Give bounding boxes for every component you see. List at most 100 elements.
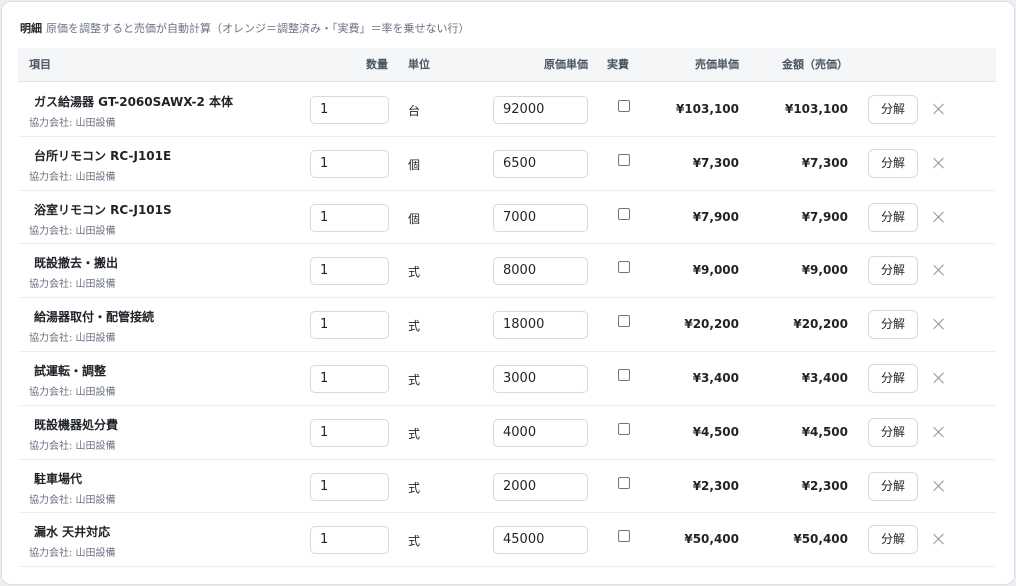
- header-actual: 実費: [607, 58, 629, 71]
- amount: ¥2,300: [801, 478, 848, 493]
- section-description: 原価を調整すると売価が自動計算（オレンジ＝調整済み・「実費」＝率を乗せない行）: [46, 22, 470, 35]
- actual-cost-checkbox[interactable]: [618, 368, 630, 381]
- item-vendor: 協力会社: 山田設備: [29, 494, 116, 506]
- close-icon[interactable]: [933, 533, 945, 545]
- cost-price-input[interactable]: 3000: [493, 364, 588, 393]
- section-caption: 明細 原価を調整すると売価が自動計算（オレンジ＝調整済み・「実費」＝率を乗せない行…: [20, 20, 470, 36]
- table-row: 台所リモコン RC-J101E 協力会社: 山田設備 1 個 6500 ¥7,300 ¥7,…: [18, 137, 996, 191]
- split-button[interactable]: 分解: [868, 525, 918, 555]
- table-row: 試運転・調整 協力会社: 山田設備 1 式 3000 ¥3,400 ¥3,400 分解: [18, 352, 996, 406]
- cost-price-input[interactable]: 2000: [493, 472, 588, 501]
- cost-price-input[interactable]: 6500: [493, 149, 588, 178]
- item-name: 既設機器処分費: [34, 417, 119, 432]
- header-item: 項目: [29, 58, 51, 71]
- actual-cost-checkbox[interactable]: [618, 422, 630, 435]
- amount: ¥7,300: [801, 155, 848, 170]
- actual-cost-checkbox[interactable]: [618, 100, 630, 112]
- item-name: 給湯器取付・配管接続: [34, 310, 155, 325]
- table-row: 駐車場代協力会社: 山田設備 1 式 2000 ¥2,300 ¥2,300 分解: [18, 460, 996, 514]
- item-name: ガス給湯器 GT-2060SAWX-2 本体: [34, 95, 234, 109]
- item-name: 漏水 天井対応: [34, 525, 111, 540]
- actual-cost-checkbox[interactable]: [618, 153, 630, 166]
- actual-cost-checkbox[interactable]: [618, 315, 630, 328]
- table-row: 既設機器処分費 協力会社: 山田設備 1 式 4000 ¥4,500 ¥4,500 分解: [18, 406, 996, 460]
- quantity-input[interactable]: 1: [310, 149, 389, 178]
- amount: ¥3,400: [801, 370, 848, 385]
- unit-price: ¥3,400: [692, 370, 739, 385]
- quantity-input[interactable]: 1: [310, 418, 389, 447]
- close-icon[interactable]: [933, 157, 945, 169]
- item-vendor: 協力会社: 山田設備: [29, 225, 116, 237]
- item-vendor: 協力会社: 山田設備: [29, 279, 116, 291]
- cost-price-input[interactable]: 4000: [493, 418, 588, 447]
- split-button[interactable]: 分解: [868, 256, 918, 286]
- unit-price: ¥2,300: [692, 478, 739, 493]
- unit-price: ¥7,300: [692, 155, 739, 170]
- unit-label: 式: [408, 265, 421, 280]
- close-icon[interactable]: [933, 103, 945, 115]
- table-row: 漏水 天井対応 協力会社: 山田設備 1 式 45000 ¥50,400 ¥50,400 分解: [18, 513, 996, 568]
- item-vendor: 協力会社: 山田設備: [29, 548, 116, 560]
- section-title: 明細: [20, 22, 42, 35]
- split-button[interactable]: 分解: [868, 95, 918, 124]
- split-button[interactable]: 分解: [868, 202, 918, 232]
- quantity-input[interactable]: 1: [310, 526, 389, 555]
- close-icon[interactable]: [933, 318, 945, 330]
- unit-label: 個: [408, 211, 421, 226]
- split-button[interactable]: 分解: [868, 471, 918, 501]
- cost-price-input[interactable]: 92000: [493, 96, 588, 124]
- amount: ¥20,200: [793, 317, 848, 332]
- quantity-input[interactable]: 1: [310, 203, 389, 232]
- split-button[interactable]: 分解: [868, 310, 918, 340]
- unit-label: 式: [408, 372, 421, 387]
- unit-label: 式: [408, 319, 421, 334]
- table-row: 給湯器取付・配管接続 協力会社: 山田設備 1 式 18000 ¥20,200 ¥20,20…: [18, 298, 996, 352]
- table-row: 既設撤去・搬出協力会社: 山田設備 1 式 8000 ¥9,000 ¥9,000 分解: [18, 244, 996, 299]
- item-vendor: 協力会社: 山田設備: [29, 171, 116, 183]
- unit-price: ¥20,200: [684, 317, 739, 332]
- amount: ¥50,400: [793, 532, 848, 547]
- close-icon[interactable]: [933, 426, 945, 438]
- amount: ¥103,100: [784, 102, 848, 116]
- amount: ¥4,500: [801, 424, 848, 439]
- close-icon[interactable]: [933, 211, 945, 223]
- cost-price-input[interactable]: 18000: [493, 311, 588, 340]
- item-name: 駐車場代: [34, 471, 83, 486]
- unit-price: ¥50,400: [684, 532, 739, 547]
- item-name: 試運転・調整: [34, 363, 107, 378]
- close-icon[interactable]: [933, 372, 945, 384]
- unit-price: ¥103,100: [675, 102, 739, 116]
- unit-price: ¥7,900: [692, 209, 739, 224]
- quantity-input[interactable]: 1: [310, 472, 389, 501]
- item-vendor: 協力会社: 山田設備: [29, 440, 116, 452]
- unit-label: 式: [408, 480, 421, 495]
- cost-price-input[interactable]: 8000: [493, 257, 588, 286]
- header-unit-price: 売価単価: [695, 58, 739, 71]
- amount: ¥7,900: [801, 209, 848, 224]
- quantity-input[interactable]: 1: [310, 96, 389, 124]
- actual-cost-checkbox[interactable]: [618, 476, 630, 489]
- cost-price-input[interactable]: 7000: [493, 203, 588, 232]
- header-unit: 単位: [408, 58, 430, 71]
- unit-label: 個: [408, 157, 421, 172]
- amount: ¥9,000: [801, 263, 848, 278]
- split-button[interactable]: 分解: [868, 363, 918, 393]
- split-button[interactable]: 分解: [868, 417, 918, 447]
- quantity-input[interactable]: 1: [310, 257, 389, 286]
- item-name: 既設撤去・搬出: [34, 256, 119, 271]
- quantity-input[interactable]: 1: [310, 364, 389, 393]
- split-button[interactable]: 分解: [868, 148, 918, 178]
- table-header: 項目 数量 単位 原価単価 実費 売価単価 金額（売価）: [18, 48, 996, 82]
- actual-cost-checkbox[interactable]: [618, 530, 630, 543]
- quantity-input[interactable]: 1: [310, 311, 389, 340]
- cost-price-input[interactable]: 45000: [493, 526, 588, 555]
- item-name: 浴室リモコン RC-J101S: [34, 202, 172, 217]
- close-icon[interactable]: [933, 480, 945, 492]
- header-qty: 数量: [366, 58, 388, 71]
- close-icon[interactable]: [933, 264, 945, 276]
- item-vendor: 協力会社: 山田設備: [29, 386, 116, 398]
- unit-price: ¥9,000: [692, 263, 739, 278]
- actual-cost-checkbox[interactable]: [618, 207, 630, 220]
- actual-cost-checkbox[interactable]: [618, 261, 630, 274]
- unit-label: 台: [408, 104, 421, 118]
